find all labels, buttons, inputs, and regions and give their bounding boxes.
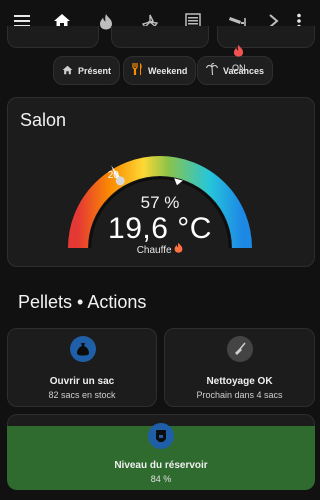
mode-chip-weekend[interactable]: Weekend (123, 56, 197, 85)
section-title: Pellets • Actions (18, 292, 147, 312)
fire-icon (233, 44, 244, 62)
hvac-status-label: Chauffe (136, 245, 172, 256)
heat-state: ON (232, 44, 246, 73)
chip-label: Weekend (148, 65, 188, 76)
scrolled-card (111, 26, 209, 48)
mode-chip-present[interactable]: Présent (53, 56, 121, 85)
current-temperature: 19,6 °C (108, 212, 212, 245)
bag-icon (70, 336, 96, 362)
cutlery-icon (132, 62, 143, 80)
open-bag-button[interactable]: Ouvrir un sac 82 sacs en stock (7, 328, 157, 407)
action-subtitle: 82 sacs en stock (48, 390, 116, 400)
card-title: Salon (20, 110, 67, 130)
action-subtitle: Prochain dans 4 sacs (196, 390, 283, 400)
broom-icon (227, 336, 253, 362)
scrolled-card (7, 26, 99, 48)
cleaning-ok-button[interactable]: Nettoyage OK Prochain dans 4 sacs (164, 328, 315, 407)
humidity-value: 57 % (140, 193, 180, 212)
heat-state-label: ON (232, 63, 246, 73)
home-icon (62, 62, 73, 80)
silo-icon (148, 423, 174, 449)
action-title: Nettoyage OK (206, 376, 273, 387)
reservoir-level-card[interactable]: Niveau du réservoir 84 % (7, 423, 315, 490)
chip-label: Présent (78, 65, 112, 76)
action-title: Ouvrir un sac (49, 376, 115, 387)
fire-icon (174, 242, 183, 256)
hvac-status: Chauffe (0, 242, 320, 256)
palm-tree-icon (205, 62, 219, 80)
reservoir-title: Niveau du réservoir (114, 460, 208, 471)
reservoir-value: 84 % (150, 474, 172, 484)
